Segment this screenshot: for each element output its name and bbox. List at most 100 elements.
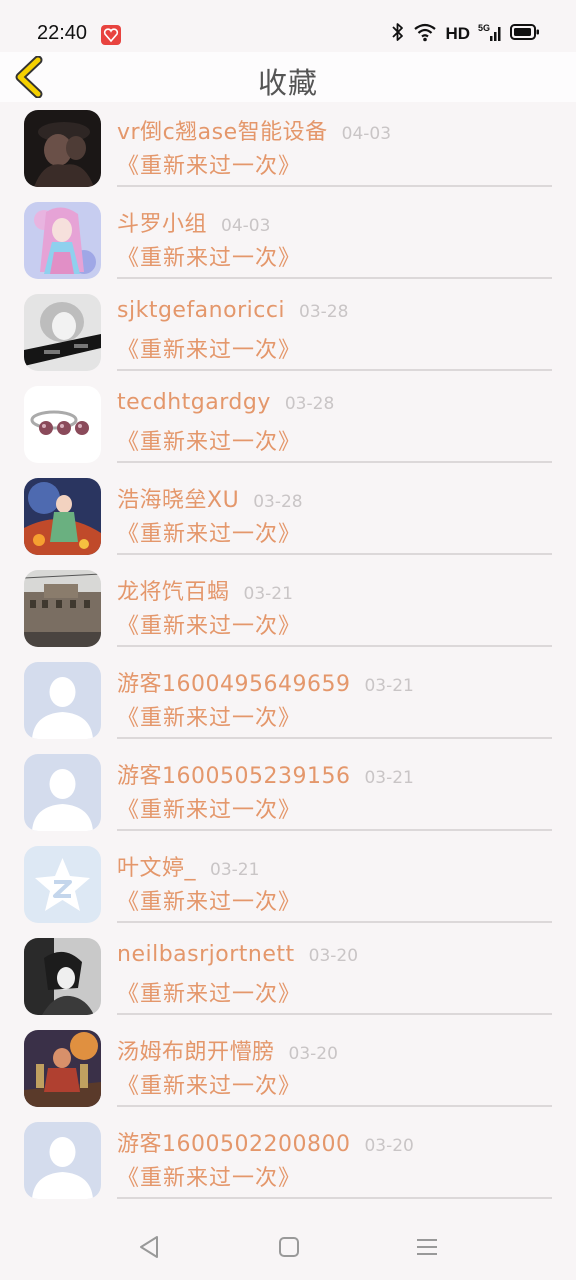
- divider: [117, 277, 552, 279]
- nav-menu-button[interactable]: [412, 1232, 442, 1262]
- name-line: tecdhtgardgy 03-28: [117, 390, 334, 415]
- back-triangle-icon: [140, 1236, 158, 1258]
- app-notification-icon: [101, 25, 121, 45]
- svg-text:5G: 5G: [478, 23, 490, 33]
- user-name: tecdhtgardgy: [117, 390, 271, 415]
- divider: [117, 1105, 552, 1107]
- name-line: 汤姆布朗开懵膀 03-20: [117, 1034, 338, 1066]
- divider: [117, 553, 552, 555]
- divider: [117, 737, 552, 739]
- user-name: 龙将饩百蝎: [117, 580, 230, 605]
- nav-home-button[interactable]: [274, 1232, 304, 1262]
- favorite-date: 03-20: [308, 946, 359, 966]
- favorite-date: 03-28: [253, 492, 303, 512]
- list-item[interactable]: 浩海晓垒XU 03-28 《重新来过一次》: [0, 470, 576, 562]
- name-line: sjktgefanoricci 03-28: [117, 298, 348, 323]
- favorites-list: vr倒c翘ase智能设备 04-03 《重新来过一次》 斗罗小组 04-03 《重新来过一…: [0, 102, 576, 1206]
- name-line: 游客1600495649659 03-21: [117, 666, 414, 698]
- divider: [117, 829, 552, 831]
- hd-indicator: HD: [445, 24, 470, 43]
- book-title: 《重新来过一次》: [117, 1074, 302, 1099]
- list-item[interactable]: 叶文婷_ 03-21 《重新来过一次》: [0, 838, 576, 930]
- system-nav-bar: [0, 1212, 576, 1280]
- avatar[interactable]: [24, 1122, 101, 1199]
- book-title: 《重新来过一次》: [117, 614, 302, 639]
- list-item[interactable]: vr倒c翘ase智能设备 04-03 《重新来过一次》: [0, 102, 576, 194]
- list-item[interactable]: 游客1600495649659 03-21 《重新来过一次》: [0, 654, 576, 746]
- favorite-date: 04-03: [221, 216, 271, 236]
- name-line: 游客1600505239156 03-21: [117, 758, 414, 790]
- favorite-date: 03-21: [243, 584, 293, 604]
- avatar[interactable]: [24, 662, 101, 739]
- book-title: 《重新来过一次》: [117, 430, 302, 455]
- name-line: 浩海晓垒XU 03-28: [117, 482, 303, 514]
- favorite-date: 03-28: [284, 394, 335, 414]
- name-line: 游客1600502200800 03-20: [117, 1126, 414, 1158]
- divider: [117, 1013, 552, 1015]
- signal-5g-icon: 5G: [478, 22, 502, 46]
- name-line: 叶文婷_ 03-21: [117, 850, 259, 882]
- menu-lines-icon: [417, 1239, 437, 1255]
- avatar[interactable]: [24, 202, 101, 279]
- user-name: sjktgefanoricci: [117, 298, 286, 323]
- list-item[interactable]: tecdhtgardgy 03-28 《重新来过一次》: [0, 378, 576, 470]
- divider: [117, 185, 552, 187]
- avatar[interactable]: [24, 938, 101, 1015]
- battery-icon: [510, 23, 540, 45]
- book-title: 《重新来过一次》: [117, 154, 302, 179]
- name-line: vr倒c翘ase智能设备 04-03: [117, 114, 391, 146]
- favorite-date: 03-21: [210, 860, 260, 880]
- user-name: 浩海晓垒XU: [117, 488, 240, 513]
- avatar[interactable]: [24, 846, 101, 923]
- user-name: 游客1600505239156: [117, 764, 351, 789]
- avatar[interactable]: [24, 386, 101, 463]
- name-line: 龙将饩百蝎 03-21: [117, 574, 293, 606]
- user-name: 汤姆布朗开懵膀: [117, 1040, 275, 1065]
- user-name: vr倒c翘ase智能设备: [117, 120, 328, 145]
- list-item[interactable]: 游客1600502200800 03-20 《重新来过一次》: [0, 1114, 576, 1206]
- list-item[interactable]: 斗罗小组 04-03 《重新来过一次》: [0, 194, 576, 286]
- avatar[interactable]: [24, 1030, 101, 1107]
- list-item[interactable]: neilbasrjortnett 03-20 《重新来过一次》: [0, 930, 576, 1022]
- list-item[interactable]: 龙将饩百蝎 03-21 《重新来过一次》: [0, 562, 576, 654]
- header: 收藏: [0, 52, 576, 102]
- user-name: 叶文婷_: [117, 856, 197, 881]
- book-title: 《重新来过一次》: [117, 1166, 302, 1191]
- status-icons: HD 5G: [391, 22, 540, 46]
- book-title: 《重新来过一次》: [117, 338, 302, 363]
- divider: [117, 461, 552, 463]
- bluetooth-icon: [391, 22, 405, 46]
- home-square-icon: [279, 1237, 299, 1257]
- divider: [117, 645, 552, 647]
- book-title: 《重新来过一次》: [117, 798, 302, 823]
- book-title: 《重新来过一次》: [117, 706, 302, 731]
- divider: [117, 369, 552, 371]
- list-item[interactable]: 汤姆布朗开懵膀 03-20 《重新来过一次》: [0, 1022, 576, 1114]
- status-time: 22:40: [37, 22, 88, 44]
- avatar[interactable]: [24, 570, 101, 647]
- user-name: 游客1600495649659: [117, 672, 351, 697]
- wifi-icon: [413, 22, 437, 46]
- avatar[interactable]: [24, 478, 101, 555]
- favorite-date: 03-20: [288, 1044, 338, 1064]
- name-line: 斗罗小组 04-03: [117, 206, 270, 238]
- favorite-date: 04-03: [341, 124, 392, 144]
- list-item[interactable]: sjktgefanoricci 03-28 《重新来过一次》: [0, 286, 576, 378]
- user-name: 斗罗小组: [117, 212, 208, 237]
- book-title: 《重新来过一次》: [117, 246, 302, 271]
- status-bar: 22:40 HD 5G: [0, 0, 576, 52]
- list-item[interactable]: 游客1600505239156 03-21 《重新来过一次》: [0, 746, 576, 838]
- page-title: 收藏: [257, 66, 318, 100]
- favorite-date: 03-20: [364, 1136, 414, 1156]
- avatar[interactable]: [24, 754, 101, 831]
- favorite-date: 03-28: [299, 302, 349, 322]
- nav-back-button[interactable]: [135, 1232, 165, 1262]
- name-line: neilbasrjortnett 03-20: [117, 942, 358, 967]
- divider: [117, 1197, 552, 1199]
- favorite-date: 03-21: [364, 676, 414, 696]
- divider: [117, 921, 552, 923]
- favorite-date: 03-21: [364, 768, 414, 788]
- user-name: 游客1600502200800: [117, 1132, 351, 1157]
- avatar[interactable]: [24, 110, 101, 187]
- avatar[interactable]: [24, 294, 101, 371]
